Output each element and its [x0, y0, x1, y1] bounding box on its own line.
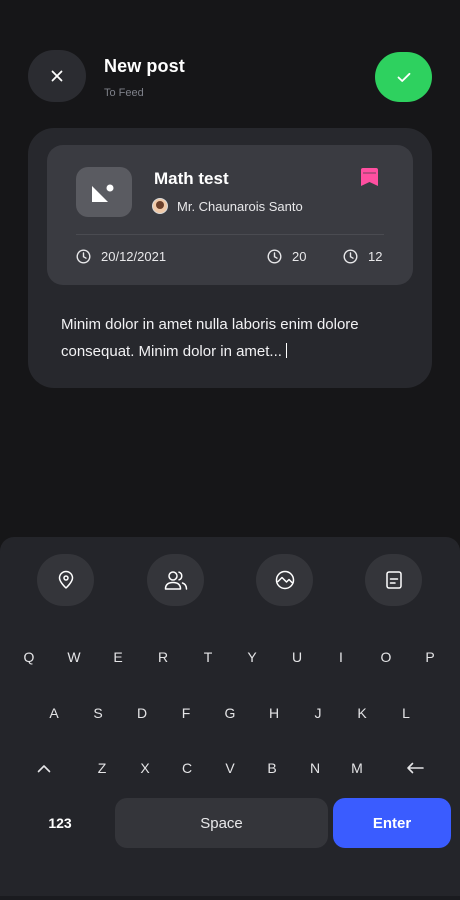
key-y[interactable]: Y — [237, 645, 267, 669]
meta-1: 20 — [267, 249, 306, 264]
key-g[interactable]: G — [215, 701, 245, 725]
image-placeholder-icon — [92, 184, 114, 202]
key-x[interactable]: X — [130, 756, 160, 780]
close-icon — [51, 70, 63, 82]
backspace-key[interactable] — [400, 756, 430, 780]
key-f[interactable]: F — [171, 701, 201, 725]
key-n[interactable]: N — [300, 756, 330, 780]
people-button[interactable] — [147, 554, 204, 606]
divider — [76, 234, 384, 235]
avatar — [152, 198, 168, 214]
key-b[interactable]: B — [257, 756, 287, 780]
header: New post To Feed — [0, 0, 460, 130]
bookmark-icon[interactable] — [360, 167, 379, 192]
enter-key[interactable]: Enter — [333, 798, 451, 848]
image-icon — [275, 570, 294, 590]
key-h[interactable]: H — [259, 701, 289, 725]
key-s[interactable]: S — [83, 701, 113, 725]
meta-2: 12 — [343, 249, 382, 264]
key-l[interactable]: L — [391, 701, 421, 725]
keyboard-row-1: Q W E R T Y U I O P — [0, 645, 460, 669]
key-c[interactable]: C — [172, 756, 202, 780]
check-icon — [397, 72, 410, 82]
location-pin-icon — [58, 570, 73, 589]
attachment-toolbar — [0, 554, 460, 606]
text-cursor — [285, 343, 288, 358]
keyboard: Q W E R T Y U I O P A S D F G H J K L Z … — [0, 537, 460, 900]
title-block: New post To Feed — [104, 56, 185, 99]
key-t[interactable]: T — [193, 645, 223, 669]
item-title: Math test — [154, 169, 229, 188]
key-o[interactable]: O — [371, 645, 401, 669]
thumbnail — [76, 167, 132, 217]
key-a[interactable]: A — [39, 701, 69, 725]
keyboard-row-2: A S D F G H J K L — [0, 701, 460, 725]
key-q[interactable]: Q — [14, 645, 44, 669]
location-button[interactable] — [37, 554, 94, 606]
confirm-button[interactable] — [375, 52, 432, 102]
key-u[interactable]: U — [282, 645, 312, 669]
document-button[interactable] — [365, 554, 422, 606]
bottom-edge — [0, 896, 460, 900]
key-m[interactable]: M — [342, 756, 372, 780]
key-r[interactable]: R — [148, 645, 178, 669]
numbers-key[interactable]: 123 — [20, 798, 100, 848]
meta-1-value: 20 — [292, 249, 307, 264]
chevron-up-icon — [37, 764, 51, 772]
space-key[interactable]: Space — [115, 798, 328, 848]
attached-item-card[interactable]: Math test Mr. Chaunarois Santo 20/12/202… — [47, 145, 413, 285]
key-v[interactable]: V — [215, 756, 245, 780]
post-text-input[interactable]: Minim dolor in amet nulla laboris enim d… — [61, 311, 401, 365]
clock-icon — [76, 249, 91, 264]
document-icon — [385, 571, 402, 589]
post-body: Minim dolor in amet nulla laboris enim d… — [61, 316, 359, 360]
image-button[interactable] — [256, 554, 313, 606]
page-subtitle: To Feed — [104, 87, 144, 99]
key-j[interactable]: J — [303, 701, 333, 725]
shift-key[interactable] — [29, 756, 59, 780]
people-icon — [164, 571, 187, 590]
clock-icon — [343, 249, 358, 264]
page-title: New post — [104, 56, 185, 76]
date-meta: 20/12/2021 — [76, 249, 166, 264]
key-e[interactable]: E — [103, 645, 133, 669]
arrow-left-icon — [407, 762, 424, 774]
date-text: 20/12/2021 — [101, 249, 167, 264]
post-card: Math test Mr. Chaunarois Santo 20/12/202… — [28, 128, 432, 388]
clock-icon — [267, 249, 282, 264]
key-d[interactable]: D — [127, 701, 157, 725]
meta-2-value: 12 — [368, 249, 383, 264]
key-k[interactable]: K — [347, 701, 377, 725]
key-i[interactable]: I — [326, 645, 356, 669]
keyboard-row-3: Z X C V B N M — [0, 756, 460, 780]
key-z[interactable]: Z — [87, 756, 117, 780]
close-button[interactable] — [28, 50, 86, 102]
key-w[interactable]: W — [59, 645, 89, 669]
key-p[interactable]: P — [415, 645, 445, 669]
author-row: Mr. Chaunarois Santo — [152, 198, 303, 214]
author-name: Mr. Chaunarois Santo — [177, 198, 303, 214]
